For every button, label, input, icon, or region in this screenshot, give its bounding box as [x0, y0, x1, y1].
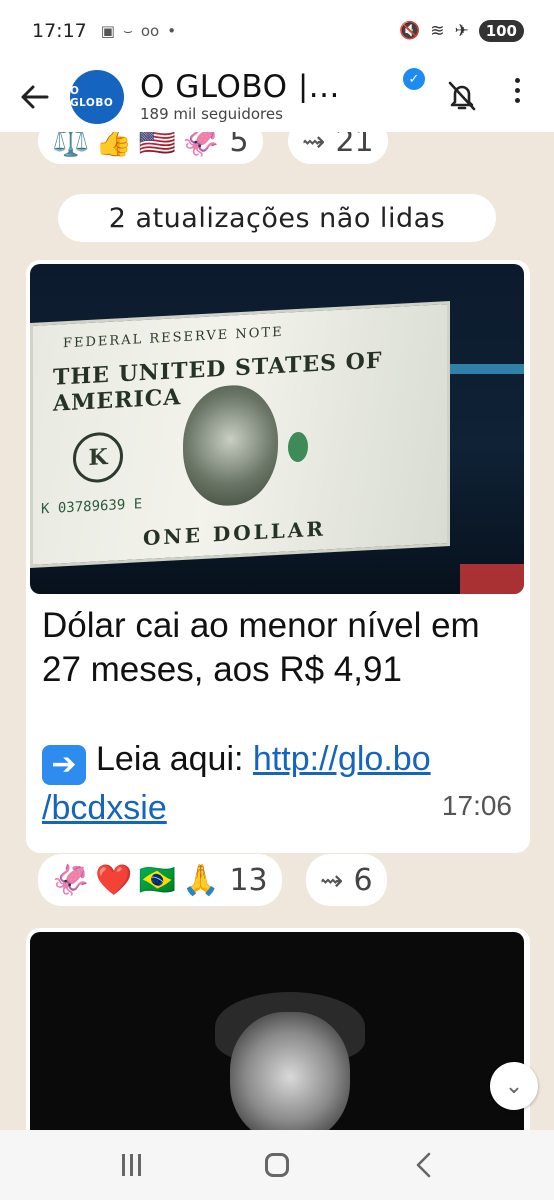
bill-serial: K 03789639 E: [41, 496, 143, 518]
chat-area[interactable]: ⚖️ 👍 🇺🇸 🦑 5 ⇝ 21 2 atualizações não lida…: [0, 132, 554, 1130]
mute-notifications-button[interactable]: [447, 80, 477, 116]
bill-header: FEDERAL RESERVE NOTE: [63, 324, 284, 352]
status-time: 17:17: [32, 20, 87, 42]
reaction-emoji: 🇺🇸: [138, 132, 177, 159]
missed-call-icon: ⌣: [122, 22, 133, 40]
news-message[interactable]: FEDERAL RESERVE NOTE THE UNITED STATES O…: [26, 260, 530, 853]
forward-count: 6: [353, 862, 373, 898]
channel-avatar[interactable]: O GLOBO: [70, 70, 124, 124]
message-headline: Dólar cai ao menor nível em 27 meses, ao…: [42, 606, 480, 689]
back-button[interactable]: [0, 85, 70, 109]
message-image[interactable]: FEDERAL RESERVE NOTE THE UNITED STATES O…: [30, 264, 524, 594]
bell-off-icon: [448, 81, 476, 111]
next-message[interactable]: [26, 928, 530, 1130]
message-reactions-pill[interactable]: 🦑 ❤️ 🇧🇷 🙏 13: [38, 854, 282, 906]
bill-seal: K: [73, 431, 123, 484]
overflow-menu-button[interactable]: [515, 78, 520, 103]
reaction-emoji: 🦑: [52, 862, 90, 898]
battery-indicator: 100: [478, 20, 524, 42]
scroll-to-bottom-button[interactable]: ⌄: [490, 1062, 538, 1110]
verified-badge-icon: ✓: [403, 68, 425, 90]
menu-dot-icon: [515, 98, 520, 103]
reaction-emoji: 🦑: [182, 132, 220, 159]
dollar-bill-image: FEDERAL RESERVE NOTE THE UNITED STATES O…: [30, 300, 450, 569]
dot-icon: •: [167, 22, 177, 40]
channel-info[interactable]: O GLOBO |... 189 mil seguidores: [140, 71, 390, 124]
nav-back-button[interactable]: [414, 1151, 432, 1179]
voicemail-icon: oo: [140, 22, 160, 40]
system-nav-bar: [0, 1130, 554, 1200]
reaction-count: 13: [229, 862, 268, 898]
bill-denomination: ONE DOLLAR: [143, 516, 326, 551]
system-icons: 🔇 ≋ ✈ 100: [399, 20, 524, 42]
reaction-emoji: 🇧🇷: [138, 862, 177, 898]
channel-logo-text: O GLOBO: [70, 85, 114, 109]
channel-name: O GLOBO |...: [140, 70, 340, 104]
home-button[interactable]: [265, 1153, 290, 1177]
airplane-icon: ✈: [454, 21, 469, 41]
prev-forwards-pill[interactable]: ⇝ 21: [288, 132, 388, 164]
recent-apps-button[interactable]: [122, 1154, 142, 1176]
menu-dot-icon: [515, 78, 520, 83]
forward-icon: ⇝: [320, 863, 344, 897]
notification-icons: ▣ ⌣ oo •: [101, 22, 176, 40]
right-arrow-icon: ➔: [42, 745, 86, 785]
message-read-more: ➔ Leia aqui: http://glo.bo/bcdxsie 17:06: [30, 692, 526, 831]
channel-header: O GLOBO O GLOBO |... 189 mil seguidores …: [0, 62, 554, 132]
back-arrow-icon: [21, 85, 49, 109]
bill-portrait: [183, 383, 278, 508]
menu-dot-icon: [515, 88, 520, 93]
status-bar: 17:17 ▣ ⌣ oo • 🔇 ≋ ✈ 100: [0, 0, 554, 62]
reaction-emoji: 👍: [95, 132, 133, 159]
wifi-icon: ≋: [430, 21, 445, 41]
prev-reactions-pill[interactable]: ⚖️ 👍 🇺🇸 🦑 5: [38, 132, 263, 164]
forward-count: 21: [335, 132, 374, 159]
follower-count: 189 mil seguidores: [140, 105, 283, 124]
message-forwards-pill[interactable]: ⇝ 6: [306, 854, 387, 906]
reaction-emoji: ❤️: [95, 862, 133, 898]
message-time: 17:06: [441, 790, 512, 821]
reaction-emoji: ⚖️: [52, 132, 90, 159]
reaction-count: 5: [229, 132, 249, 159]
reaction-emoji: 🙏: [182, 862, 220, 898]
mute-icon: 🔇: [399, 21, 421, 41]
double-chevron-down-icon: ⌄: [504, 1073, 524, 1099]
screenshot-icon: ▣: [100, 22, 115, 40]
next-message-image[interactable]: [30, 932, 524, 1130]
unread-updates-banner: 2 atualizações não lidas: [58, 194, 496, 242]
read-label: Leia aqui:: [96, 740, 244, 778]
forward-icon: ⇝: [302, 132, 326, 158]
